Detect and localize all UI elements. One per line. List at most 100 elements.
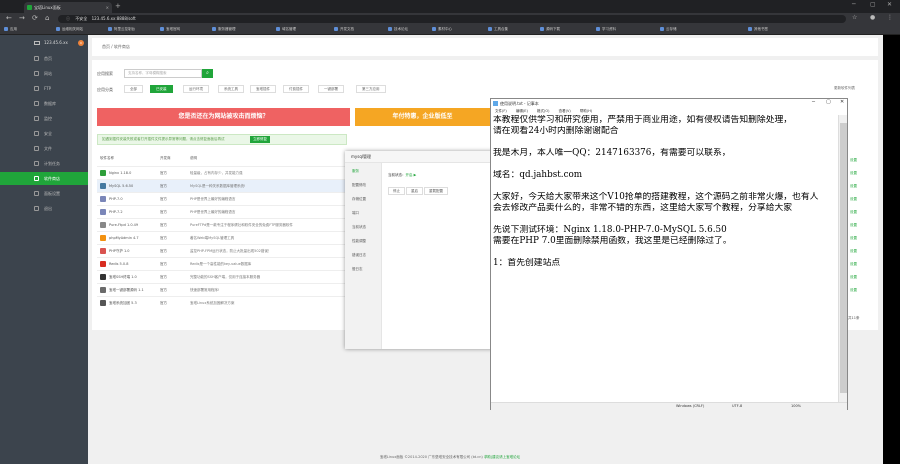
table-row[interactable]: PHP-7.2 官方 PHP是世界上最好的编程语言 [97, 205, 347, 218]
sidebar-item-monitor[interactable]: 监控 [0, 112, 88, 125]
notepad-minimize-icon[interactable]: ─ [812, 99, 815, 105]
row-settings-link[interactable]: 设置 [850, 275, 857, 280]
bookmark-item[interactable]: 应用 [4, 27, 28, 32]
update-list-link[interactable]: 更新软件列表 [834, 86, 855, 91]
address-bar[interactable]: ⓘ 不安全 123.45.6.xx:8888/soft [58, 15, 846, 23]
repair-button[interactable]: 立即修复 [250, 136, 270, 143]
sidebar-item-security[interactable]: 安全 [0, 127, 88, 140]
search-button[interactable]: ⌕ [202, 69, 213, 78]
sidebar-item-cron[interactable]: 计划任务 [0, 157, 88, 170]
bookmark-item[interactable]: 服务器管理 [212, 27, 260, 32]
row-settings-link[interactable]: 设置 [850, 223, 857, 228]
bookmark-item[interactable]: 开发文档 [334, 27, 382, 32]
sidebar-item-database[interactable]: 数据库 [0, 97, 88, 110]
notepad-maximize-icon[interactable]: ▢ [826, 99, 831, 105]
row-settings-link[interactable]: 设置 [850, 171, 857, 176]
sidebar-item-ftp[interactable]: FTP [0, 82, 88, 95]
notepad-close-icon[interactable]: ✕ [840, 99, 844, 105]
maximize-icon[interactable]: ▢ [870, 1, 876, 8]
category-tab[interactable]: 一键部署 [318, 85, 344, 93]
bookmark-item[interactable]: 素材中心 [432, 27, 480, 32]
table-row[interactable]: phpMyAdmin 4.7 官方 著名Web端MySQL管理工具 [97, 231, 347, 244]
dialog-nav-service[interactable]: 服务 [352, 169, 359, 174]
category-tab[interactable]: 宝塔插件 [250, 85, 276, 93]
reload-icon[interactable]: ⟳ [32, 14, 38, 22]
row-settings-link[interactable]: 设置 [850, 210, 857, 215]
breadcrumb[interactable]: 首页 / 软件商店 [92, 38, 878, 56]
row-settings-link[interactable]: 设置 [850, 236, 857, 241]
promo-banner-left[interactable]: 您是否还在为网站被攻击而烦恼？ [97, 108, 350, 126]
table-row[interactable]: 宝塔SSH终端 1.0 官方 完整功能的SSH客户端，仅用于连接本服务器 [97, 270, 347, 283]
reload-config-button[interactable]: 重载配置 [424, 187, 448, 195]
menu-format[interactable]: 格式(O) [537, 109, 550, 113]
promo-banner-right[interactable]: 年付特惠，企业版低至 [355, 108, 490, 126]
bookmark-item[interactable]: 域名管理 [276, 27, 324, 32]
restart-button[interactable]: 重启 [406, 187, 423, 195]
category-tab[interactable]: 第三方应用 [356, 85, 386, 93]
back-icon[interactable]: ← [6, 14, 12, 22]
page-scrollbar[interactable] [883, 35, 900, 464]
table-row[interactable]: 宝塔系统加固 5.3 官方 宝塔Linux系统加固解决方案 [97, 296, 347, 309]
dialog-nav-performance[interactable]: 性能调整 [352, 239, 366, 244]
row-settings-link[interactable]: 设置 [850, 197, 857, 202]
forum-link[interactable]: 求助|建议请上宝塔论坛 [484, 455, 520, 459]
sidebar-item-settings[interactable]: 面板设置 [0, 187, 88, 200]
sidebar-item-files[interactable]: 文件 [0, 142, 88, 155]
row-settings-link[interactable]: 设置 [850, 158, 857, 163]
dialog-nav-slow-log[interactable]: 慢日志 [352, 267, 363, 272]
bookmark-item[interactable]: 其他书签 [748, 27, 796, 32]
category-tab[interactable]: 全部 [124, 85, 143, 93]
category-tab[interactable]: 付费插件 [283, 85, 309, 93]
table-row[interactable]: Nginx 1.18.0 官方 轻量级，占有内存少，并发能力强 [97, 166, 347, 179]
dialog-nav-config[interactable]: 配置修改 [352, 183, 366, 188]
notification-badge[interactable]: 0 [78, 40, 84, 46]
bookmark-item[interactable]: 源码下载 [540, 27, 588, 32]
scrollbar-thumb[interactable] [840, 123, 847, 393]
close-window-icon[interactable]: ✕ [887, 1, 892, 8]
dialog-nav-error-log[interactable]: 错误日志 [352, 253, 366, 258]
menu-icon[interactable]: ⋮ [887, 14, 893, 21]
menu-file[interactable]: 文件(F) [495, 109, 507, 113]
table-row[interactable]: Redis 5.0.8 官方 Redis是一个高性能的key-value数据库 [97, 257, 347, 270]
bookmark-item[interactable]: 宝塔官网 [160, 27, 208, 32]
close-tab-icon[interactable]: × [106, 2, 109, 13]
bookmark-item[interactable]: 云存储 [660, 27, 708, 32]
row-settings-link[interactable]: 设置 [850, 288, 857, 293]
minimize-icon[interactable]: ─ [852, 1, 856, 8]
search-input[interactable]: 支持名称、字母模糊搜索 [124, 69, 202, 78]
notepad-scrollbar[interactable] [838, 115, 847, 402]
sidebar-item-store[interactable]: 软件商店 [0, 172, 88, 185]
table-row[interactable]: MySQL 5.6.50 官方 MySQL是一种关系数据库管理系统! [97, 179, 347, 192]
new-tab-icon[interactable]: + [115, 2, 121, 10]
sidebar-item-website[interactable]: 网站 [0, 67, 88, 80]
browser-tab[interactable]: 宝塔Linux面板 × [24, 2, 112, 13]
table-row[interactable]: Pure-Ftpd 1.0.49 官方 PureFTPd是一款专注于程序健壮和软件安… [97, 218, 347, 231]
row-settings-link[interactable]: 设置 [850, 262, 857, 267]
table-row[interactable]: PHP守护 1.0 官方 监控PHP-FPM运行状态，防止大批量出现502错误！ [97, 244, 347, 257]
bookmark-item[interactable]: 阿里云控制台 [108, 27, 156, 32]
category-tab-active[interactable]: 已安装 [150, 85, 173, 93]
sidebar-item-home[interactable]: 首页 [0, 52, 88, 65]
stop-button[interactable]: 停止 [388, 187, 405, 195]
home-icon[interactable]: ⌂ [45, 14, 49, 22]
table-row[interactable]: PHP-7.0 官方 PHP是世界上最好的编程语言 [97, 192, 347, 205]
dialog-nav-storage[interactable]: 存储位置 [352, 197, 366, 202]
notepad-title-bar[interactable]: 使用说明.txt - 记事本 [491, 99, 847, 108]
bookmark-item[interactable]: 运维相关网站 [56, 27, 104, 32]
table-row[interactable]: 宝塔一键部署源码 1.1 官方 快速部署常用程序! [97, 283, 347, 296]
row-settings-link[interactable]: 设置 [850, 249, 857, 254]
category-tab[interactable]: 系统工具 [218, 85, 244, 93]
profile-icon[interactable]: ● [870, 14, 875, 21]
sidebar-item-logout[interactable]: 退出 [0, 202, 88, 215]
dialog-nav-port[interactable]: 端口 [352, 211, 359, 216]
bookmark-item[interactable]: 工具合集 [488, 27, 536, 32]
bookmark-item[interactable]: 学习资料 [596, 27, 644, 32]
notepad-text-area[interactable]: 本教程仅供学习和研究使用，严禁用于商业用途，如有侵权请告知删除处理， 请在观看2… [491, 115, 837, 403]
forward-icon[interactable]: → [19, 14, 25, 22]
row-settings-link[interactable]: 设置 [850, 184, 857, 189]
menu-view[interactable]: 查看(V) [559, 109, 571, 113]
menu-edit[interactable]: 编辑(E) [516, 109, 528, 113]
dialog-nav-status[interactable]: 当前状态 [352, 225, 366, 230]
star-icon[interactable]: ☆ [852, 14, 857, 21]
category-tab[interactable]: 运行环境 [183, 85, 209, 93]
